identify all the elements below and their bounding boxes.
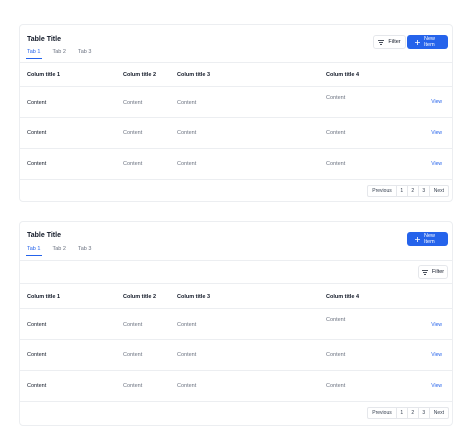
- tab-1[interactable]: Tab 1: [25, 246, 44, 256]
- view-link[interactable]: View: [431, 161, 442, 167]
- page-button-3[interactable]: 3: [419, 186, 430, 196]
- column-header: Colum title 1: [27, 72, 61, 78]
- table-title: Table Title: [27, 36, 61, 43]
- table-cell: Content: [27, 161, 47, 167]
- divider: [20, 283, 452, 284]
- page-button-1[interactable]: 1: [397, 408, 408, 418]
- table-cell: Content: [123, 352, 143, 358]
- divider: [20, 117, 452, 118]
- plus-icon: [415, 39, 420, 45]
- new-item-label: New Item: [424, 36, 436, 48]
- table-cell: Content: [326, 383, 346, 389]
- tab-1[interactable]: Tab 1: [25, 49, 44, 59]
- table-cell: Content: [27, 383, 47, 389]
- filter-label: Filter: [431, 269, 445, 275]
- table-cell: Content: [27, 100, 47, 106]
- divider: [20, 308, 452, 309]
- page-button-1[interactable]: 1: [397, 186, 408, 196]
- divider: [20, 370, 452, 371]
- next-page-button[interactable]: Next: [430, 408, 448, 418]
- table-cell: Content: [177, 130, 197, 136]
- tab-bar: Tab 1 Tab 2 Tab 3: [25, 49, 103, 59]
- view-link[interactable]: View: [431, 383, 442, 389]
- view-link[interactable]: View: [431, 99, 442, 105]
- table-cell: Content: [177, 161, 197, 167]
- plus-icon: [415, 236, 420, 242]
- page-button-2[interactable]: 2: [408, 408, 419, 418]
- page-button-2[interactable]: 2: [408, 186, 419, 196]
- pagination: Previous 1 2 3 Next: [367, 407, 449, 419]
- previous-page-button[interactable]: Previous: [368, 186, 397, 196]
- table-cell: Content: [123, 161, 143, 167]
- new-item-label: New Item: [424, 233, 436, 245]
- view-link[interactable]: View: [431, 352, 442, 358]
- filter-icon: [421, 269, 428, 275]
- table-cell: Content: [177, 322, 197, 328]
- table-title: Table Title: [27, 232, 61, 239]
- tab-bar: Tab 1 Tab 2 Tab 3: [25, 246, 103, 256]
- filter-label: Filter: [388, 39, 401, 45]
- pagination: Previous 1 2 3 Next: [367, 185, 449, 197]
- table-cell: Content: [326, 317, 346, 323]
- column-header: Colum title 2: [123, 294, 157, 300]
- filter-icon: [378, 39, 385, 45]
- table-card: Table Title Tab 1 Tab 2 Tab 3 Filter New…: [19, 24, 453, 202]
- divider: [20, 62, 452, 63]
- table-cell: Content: [326, 352, 346, 358]
- filter-button[interactable]: Filter: [418, 265, 448, 279]
- divider: [20, 260, 452, 261]
- next-page-button[interactable]: Next: [430, 186, 448, 196]
- new-item-button[interactable]: New Item: [407, 232, 448, 246]
- page-button-3[interactable]: 3: [419, 408, 430, 418]
- column-header: Colum title 4: [326, 72, 360, 78]
- table-cell: Content: [123, 322, 143, 328]
- table-cell: Content: [27, 130, 47, 136]
- tab-3[interactable]: Tab 3: [78, 49, 91, 59]
- previous-page-button[interactable]: Previous: [368, 408, 397, 418]
- table-cell: Content: [326, 161, 346, 167]
- column-header: Colum title 3: [177, 294, 211, 300]
- table-cell: Content: [177, 352, 197, 358]
- divider: [20, 86, 452, 87]
- table-cell: Content: [326, 130, 346, 136]
- table-cell: Content: [177, 100, 197, 106]
- filter-button[interactable]: Filter: [373, 35, 406, 49]
- table-cell: Content: [27, 352, 47, 358]
- tab-2[interactable]: Tab 2: [52, 246, 65, 256]
- divider: [20, 339, 452, 340]
- divider: [20, 401, 452, 402]
- table-cell: Content: [123, 130, 143, 136]
- divider: [20, 148, 452, 149]
- table-cell: Content: [27, 322, 47, 328]
- table-card: Table Title Tab 1 Tab 2 Tab 3 New Item F…: [19, 221, 453, 426]
- column-header: Colum title 4: [326, 294, 360, 300]
- tab-2[interactable]: Tab 2: [52, 49, 65, 59]
- table-cell: Content: [177, 383, 197, 389]
- divider: [20, 179, 452, 180]
- tab-3[interactable]: Tab 3: [78, 246, 91, 256]
- column-header: Colum title 3: [177, 72, 211, 78]
- view-link[interactable]: View: [431, 322, 442, 328]
- view-link[interactable]: View: [431, 130, 442, 136]
- table-cell: Content: [123, 383, 143, 389]
- new-item-button[interactable]: New Item: [407, 35, 448, 49]
- column-header: Colum title 2: [123, 72, 157, 78]
- column-header: Colum title 1: [27, 294, 61, 300]
- table-cell: Content: [326, 95, 346, 101]
- table-cell: Content: [123, 100, 143, 106]
